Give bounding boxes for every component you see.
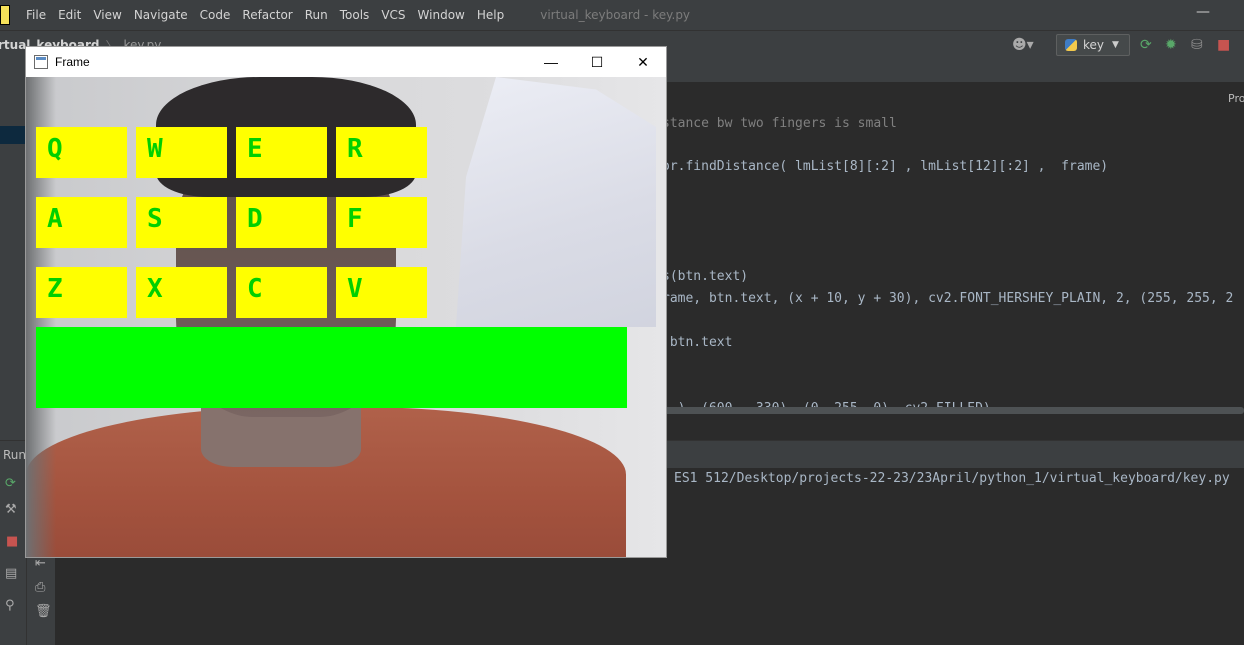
editor-horizontal-scrollbar[interactable]: [660, 407, 1244, 414]
key-label: F: [347, 204, 363, 234]
menu-file[interactable]: File: [20, 8, 52, 22]
profile-label: Pro: [1228, 92, 1244, 105]
menu-help[interactable]: Help: [471, 8, 510, 22]
code-line-3: s(btn.text): [662, 269, 749, 284]
console-output-line: ES1 512/Desktop/projects-22-23/23April/p…: [674, 471, 1230, 486]
code-line-1: stance bw two fingers is small: [662, 116, 897, 131]
frame-minimize-button[interactable]: —: [528, 47, 574, 77]
key-label: D: [247, 204, 263, 234]
key-label: V: [347, 274, 363, 304]
menu-view[interactable]: View: [87, 8, 127, 22]
webcam-paper: [456, 77, 656, 327]
key-d[interactable]: D: [236, 197, 327, 248]
key-s[interactable]: S: [136, 197, 227, 248]
key-label: C: [247, 274, 263, 304]
python-icon: [1065, 39, 1077, 51]
user-icon[interactable]: ☻▾: [1012, 37, 1034, 53]
project-tree-selected-row[interactable]: [0, 126, 26, 144]
code-line-4: rame, btn.text, (x + 10, y + 30), cv2.FO…: [662, 291, 1234, 306]
menu-run[interactable]: Run: [299, 8, 334, 22]
print-icon[interactable]: ⎙: [35, 580, 45, 595]
menu-edit[interactable]: Edit: [52, 8, 87, 22]
code-line-2: or.findDistance( lmList[8][:2] , lmList[…: [662, 159, 1109, 174]
window-icon: [34, 55, 48, 69]
pycharm-logo-icon: [0, 5, 10, 25]
frame-maximize-button[interactable]: ☐: [574, 47, 620, 77]
stop-icon[interactable]: ■: [6, 534, 18, 549]
code-line-5: btn.text: [662, 335, 733, 350]
key-label: E: [247, 134, 263, 164]
key-r[interactable]: R: [336, 127, 427, 178]
key-f[interactable]: F: [336, 197, 427, 248]
run-config-select[interactable]: key ▼: [1056, 34, 1130, 56]
window-title: virtual_keyboard - key.py: [540, 8, 691, 22]
stop-icon[interactable]: ■: [1217, 37, 1230, 53]
typed-text-box: [36, 327, 627, 408]
key-x[interactable]: X: [136, 267, 227, 318]
menu-bar: File Edit View Navigate Code Refactor Ru…: [0, 0, 1244, 30]
run-toolbar: ⟳ ⚒ ■ ▤ ⚲: [0, 468, 26, 645]
menu-tools[interactable]: Tools: [334, 8, 376, 22]
key-v[interactable]: V: [336, 267, 427, 318]
key-label: X: [147, 274, 163, 304]
frame-window[interactable]: Frame — ☐ ✕ Q W E R A S D F Z X C V: [26, 47, 666, 557]
minimize-button[interactable]: —: [1196, 4, 1210, 20]
webcam-frame[interactable]: Q W E R A S D F Z X C V: [26, 77, 666, 557]
key-label: W: [147, 134, 163, 164]
key-e[interactable]: E: [236, 127, 327, 178]
frame-close-button[interactable]: ✕: [620, 47, 666, 77]
key-c[interactable]: C: [236, 267, 327, 318]
soft-wrap-icon[interactable]: ⇤: [35, 556, 46, 571]
key-label: Z: [47, 274, 63, 304]
frame-title: Frame: [55, 55, 90, 69]
menu-window[interactable]: Window: [412, 8, 471, 22]
run-config-label: key: [1083, 38, 1105, 52]
key-label: A: [47, 204, 63, 234]
key-a[interactable]: A: [36, 197, 127, 248]
rerun-icon[interactable]: ⟳: [5, 476, 16, 491]
debug-icon[interactable]: ✹: [1165, 37, 1177, 53]
key-w[interactable]: W: [136, 127, 227, 178]
layout-icon[interactable]: ▤: [5, 566, 17, 581]
wrench-icon[interactable]: ⚒: [5, 502, 17, 517]
rerun-icon[interactable]: ⟳: [1140, 37, 1152, 53]
menu-navigate[interactable]: Navigate: [128, 8, 194, 22]
menu-code[interactable]: Code: [194, 8, 237, 22]
coverage-icon[interactable]: ⛁: [1191, 37, 1203, 53]
pin-icon[interactable]: ⚲: [5, 598, 15, 613]
chevron-down-icon: ▼: [1112, 40, 1119, 50]
menu-refactor[interactable]: Refactor: [236, 8, 298, 22]
key-label: S: [147, 204, 163, 234]
key-label: R: [347, 134, 363, 164]
menu-vcs[interactable]: VCS: [375, 8, 411, 22]
key-label: Q: [47, 134, 63, 164]
key-q[interactable]: Q: [36, 127, 127, 178]
key-z[interactable]: Z: [36, 267, 127, 318]
frame-titlebar[interactable]: Frame — ☐ ✕: [26, 47, 666, 77]
trash-icon[interactable]: 🗑: [35, 604, 52, 619]
